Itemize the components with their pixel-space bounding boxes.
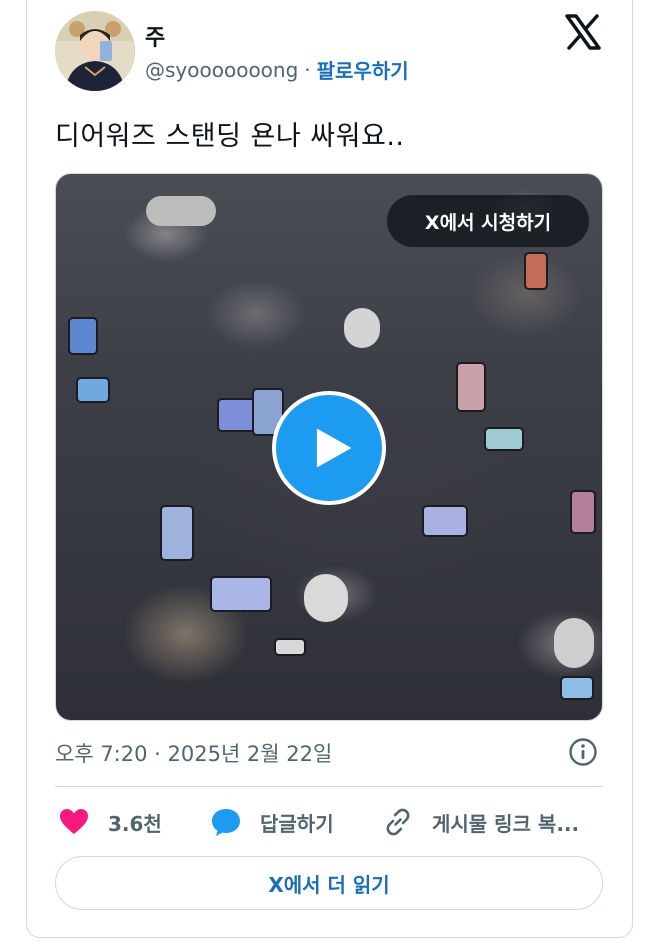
- reply-button[interactable]: 답글하기: [210, 806, 334, 838]
- avatar[interactable]: [55, 11, 135, 91]
- play-icon: [316, 428, 352, 468]
- author-handle-row: @syooooooong · 팔로우하기: [145, 55, 409, 84]
- author-handle[interactable]: @syooooooong: [145, 58, 298, 82]
- play-button[interactable]: [272, 391, 386, 505]
- phone-screen: [70, 319, 96, 353]
- avatar-image: [55, 11, 135, 91]
- phone-screen: [78, 379, 108, 401]
- like-count: 3.6천: [108, 811, 162, 836]
- watch-on-x-button[interactable]: X에서 시청하기: [387, 195, 589, 247]
- camera-lens: [554, 618, 594, 668]
- info-icon[interactable]: [568, 737, 598, 767]
- copy-link-label: 게시물 링크 복...: [432, 811, 580, 836]
- speech-bubble-icon: [212, 809, 240, 836]
- camera-lens: [344, 308, 380, 348]
- phone-screen: [486, 429, 522, 449]
- phone-screen: [458, 364, 484, 410]
- link-icon: [386, 808, 410, 836]
- reply-label: 답글하기: [260, 811, 334, 836]
- camera-lens: [304, 574, 348, 622]
- like-button[interactable]: 3.6천: [58, 806, 162, 838]
- copy-link-button[interactable]: 게시물 링크 복...: [382, 806, 579, 838]
- camera-lens: [146, 196, 216, 226]
- follow-button[interactable]: 팔로우하기: [317, 55, 409, 84]
- phone-screen: [219, 400, 255, 430]
- phone-screen: [162, 507, 192, 559]
- phone-screen: [562, 678, 592, 698]
- separator-dot: ·: [304, 57, 311, 82]
- phone-screen: [572, 492, 594, 532]
- tweet-text: 디어워즈 스탠딩 욘나 싸워요..: [55, 121, 405, 152]
- phone-screen: [276, 640, 304, 654]
- author-name[interactable]: 주: [145, 20, 165, 52]
- phone-screen: [526, 254, 546, 288]
- heart-icon: [60, 809, 88, 834]
- divider: [55, 786, 603, 787]
- phone-screen: [424, 507, 466, 535]
- phone-screen: [212, 578, 270, 610]
- tweet-timestamp[interactable]: 오후 7:20 · 2025년 2월 22일: [55, 738, 332, 768]
- read-more-on-x-button[interactable]: X에서 더 읽기: [55, 856, 603, 910]
- x-logo-icon[interactable]: [563, 12, 603, 52]
